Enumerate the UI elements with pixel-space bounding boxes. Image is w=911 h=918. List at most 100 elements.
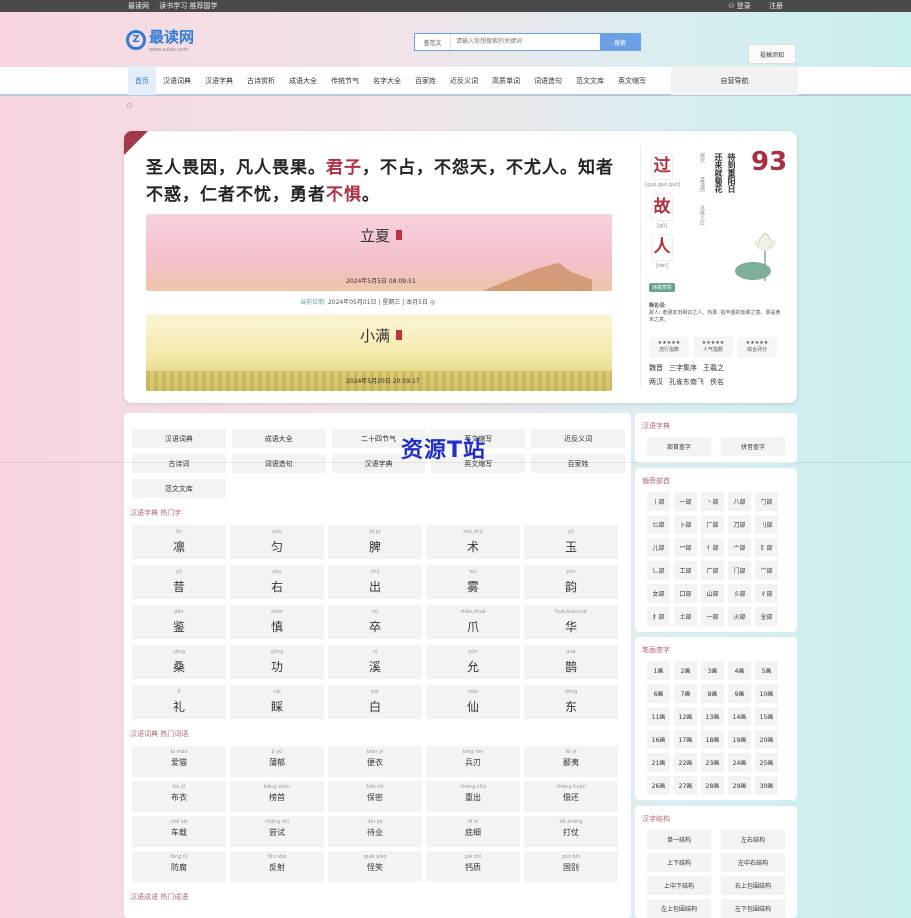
nav-item[interactable]: 词语造句 — [527, 66, 569, 95]
hot-char[interactable]: huá,huà,huā 华 — [524, 605, 618, 639]
poem-title-char[interactable]: 故 — [651, 194, 673, 221]
hot-word[interactable]: chē zài 车载 — [132, 816, 226, 847]
stroke-button[interactable]: 5画 — [755, 661, 778, 680]
stroke-button[interactable]: 23画 — [701, 753, 724, 772]
stroke-button[interactable]: 24画 — [728, 753, 751, 772]
radical-button[interactable]: 刀部 — [728, 515, 751, 534]
radical-button[interactable]: 广部 — [701, 561, 724, 580]
quick-link[interactable]: 词语造句 — [231, 454, 326, 473]
stroke-button[interactable]: 6画 — [647, 684, 670, 703]
stroke-button[interactable]: 2画 — [674, 661, 697, 680]
radical-button[interactable]: 工部 — [674, 561, 697, 580]
structure-button[interactable]: 左上包围结构 — [647, 899, 711, 918]
hot-word[interactable]: fǎn shè 反射 — [230, 851, 324, 882]
radical-button[interactable]: 土部 — [674, 607, 697, 626]
quick-link[interactable]: 汉语词典 — [132, 429, 226, 448]
register-link[interactable]: 注册 — [769, 2, 783, 10]
hot-word[interactable]: bīng rèn 兵刃 — [426, 746, 520, 777]
hot-char[interactable]: bái 白 — [328, 685, 422, 719]
stroke-button[interactable]: 17画 — [674, 730, 697, 749]
related-author-link[interactable]: 佚名 — [710, 378, 724, 386]
hot-char[interactable]: xiān 仙 — [426, 685, 520, 719]
radical-button[interactable]: 丨部 — [647, 492, 670, 511]
site-name[interactable]: 最读网 — [128, 2, 149, 10]
structure-button[interactable]: 左中右结构 — [721, 853, 785, 872]
stroke-button[interactable]: 10画 — [755, 684, 778, 703]
radical-button[interactable]: 宀部 — [755, 561, 778, 580]
hot-word[interactable]: biàn yī 便衣 — [328, 746, 422, 777]
structure-button[interactable]: 左下包围结构 — [721, 899, 785, 918]
hot-word[interactable]: guài xiào 怪笑 — [328, 851, 422, 882]
stroke-button[interactable]: 29画 — [728, 776, 751, 795]
hot-char[interactable]: yǔn 允 — [426, 645, 520, 679]
hot-char[interactable]: jiàn 鉴 — [132, 605, 226, 639]
stroke-button[interactable]: 20画 — [755, 730, 778, 749]
quick-link[interactable]: 范文文库 — [132, 479, 226, 498]
stroke-button[interactable]: 18画 — [701, 730, 724, 749]
stroke-button[interactable]: 19画 — [728, 730, 751, 749]
hot-char[interactable]: lǐn 凛 — [132, 525, 226, 559]
radical-button[interactable]: 八部 — [728, 492, 751, 511]
nav-item[interactable]: 范文文库 — [569, 66, 611, 95]
radical-button[interactable]: 彡部 — [728, 584, 751, 603]
nav-item[interactable]: 汉语字典 — [198, 66, 240, 95]
structure-button[interactable]: 单一结构 — [647, 830, 711, 849]
hot-char[interactable]: lǐ 礼 — [132, 685, 226, 719]
stroke-button[interactable]: 12画 — [674, 707, 697, 726]
radical-button[interactable]: 亻部 — [701, 538, 724, 557]
radical-button[interactable]: 乚部 — [647, 561, 670, 580]
nav-item[interactable]: 传统节气 — [324, 66, 366, 95]
hot-char[interactable]: dōng 东 — [524, 685, 618, 719]
structure-button[interactable]: 上下结构 — [647, 853, 711, 872]
hot-word[interactable]: dǐ xì 底细 — [426, 816, 520, 847]
radical-button[interactable]: 亠部 — [728, 538, 751, 557]
radical-button[interactable]: 卜部 — [674, 515, 697, 534]
nav-item[interactable]: 名字大全 — [366, 66, 408, 95]
search-button[interactable]: 搜索 — [600, 34, 640, 50]
hot-char[interactable]: yòu 右 — [230, 565, 324, 599]
hot-word[interactable]: bǎng shǒu 榜首 — [230, 781, 324, 812]
quick-link[interactable]: 百家姓 — [531, 454, 625, 473]
structure-button[interactable]: 上中下结构 — [647, 876, 711, 895]
hot-char[interactable]: yún 匀 — [230, 525, 324, 559]
structure-button[interactable]: 左右结构 — [721, 830, 785, 849]
nav-item[interactable]: 古诗赏析 — [240, 66, 282, 95]
stroke-button[interactable]: 4画 — [728, 661, 751, 680]
nav-item[interactable]: 百家姓 — [408, 66, 443, 95]
hot-word[interactable]: guó bīn 国别 — [524, 851, 618, 882]
hot-char[interactable]: què 鹊 — [524, 645, 618, 679]
stroke-button[interactable]: 30画 — [755, 776, 778, 795]
dict-lookup-button[interactable]: 部首查字 — [647, 437, 711, 456]
radical-button[interactable]: 女部 — [647, 584, 670, 603]
stroke-button[interactable]: 13画 — [701, 707, 724, 726]
solar-term-banner-lixia[interactable]: 立夏 2024年5月5日 08:09:51 — [146, 214, 612, 291]
hot-char[interactable]: chū 出 — [328, 565, 422, 599]
solar-term-banner-xiaoman[interactable]: 小满 2024年5月20日 20:59:17 — [146, 314, 612, 391]
submit-guide-button[interactable]: 投稿须知 — [748, 44, 796, 64]
hot-char[interactable]: zú 卒 — [328, 605, 422, 639]
hot-word[interactable]: chóng chū 重出 — [426, 781, 520, 812]
stroke-button[interactable]: 11画 — [647, 707, 670, 726]
stroke-button[interactable]: 14画 — [728, 707, 751, 726]
search-input[interactable] — [451, 34, 600, 50]
quick-link[interactable]: 成语大全 — [231, 429, 326, 448]
radical-button[interactable]: 门部 — [728, 561, 751, 580]
hot-char[interactable]: cǎi 睬 — [230, 685, 324, 719]
related-poem-link[interactable]: 三字集序 — [669, 364, 697, 372]
hot-word[interactable]: jì yù 蒲郁 — [230, 746, 324, 777]
hot-char[interactable]: yù 昔 — [132, 565, 226, 599]
stroke-button[interactable]: 27画 — [674, 776, 697, 795]
search-type-select[interactable]: 查范文 — [415, 34, 451, 50]
quick-link[interactable]: 近反义词 — [531, 429, 625, 448]
stroke-button[interactable]: 22画 — [674, 753, 697, 772]
radical-button[interactable]: 扌部 — [647, 607, 670, 626]
radical-button[interactable]: 刂部 — [755, 515, 778, 534]
login-link[interactable]: ⚇ 登录 — [728, 2, 759, 10]
hot-word[interactable]: bù yī 布衣 — [132, 781, 226, 812]
hot-char[interactable]: yù 玉 — [524, 525, 618, 559]
nav-item[interactable]: 高质单词 — [485, 66, 527, 95]
poem-title-char[interactable]: 人 — [651, 234, 673, 261]
radical-button[interactable]: 匕部 — [647, 515, 670, 534]
nav-item[interactable]: 汉语词典 — [156, 66, 198, 95]
radical-button[interactable]: 彳部 — [755, 584, 778, 603]
